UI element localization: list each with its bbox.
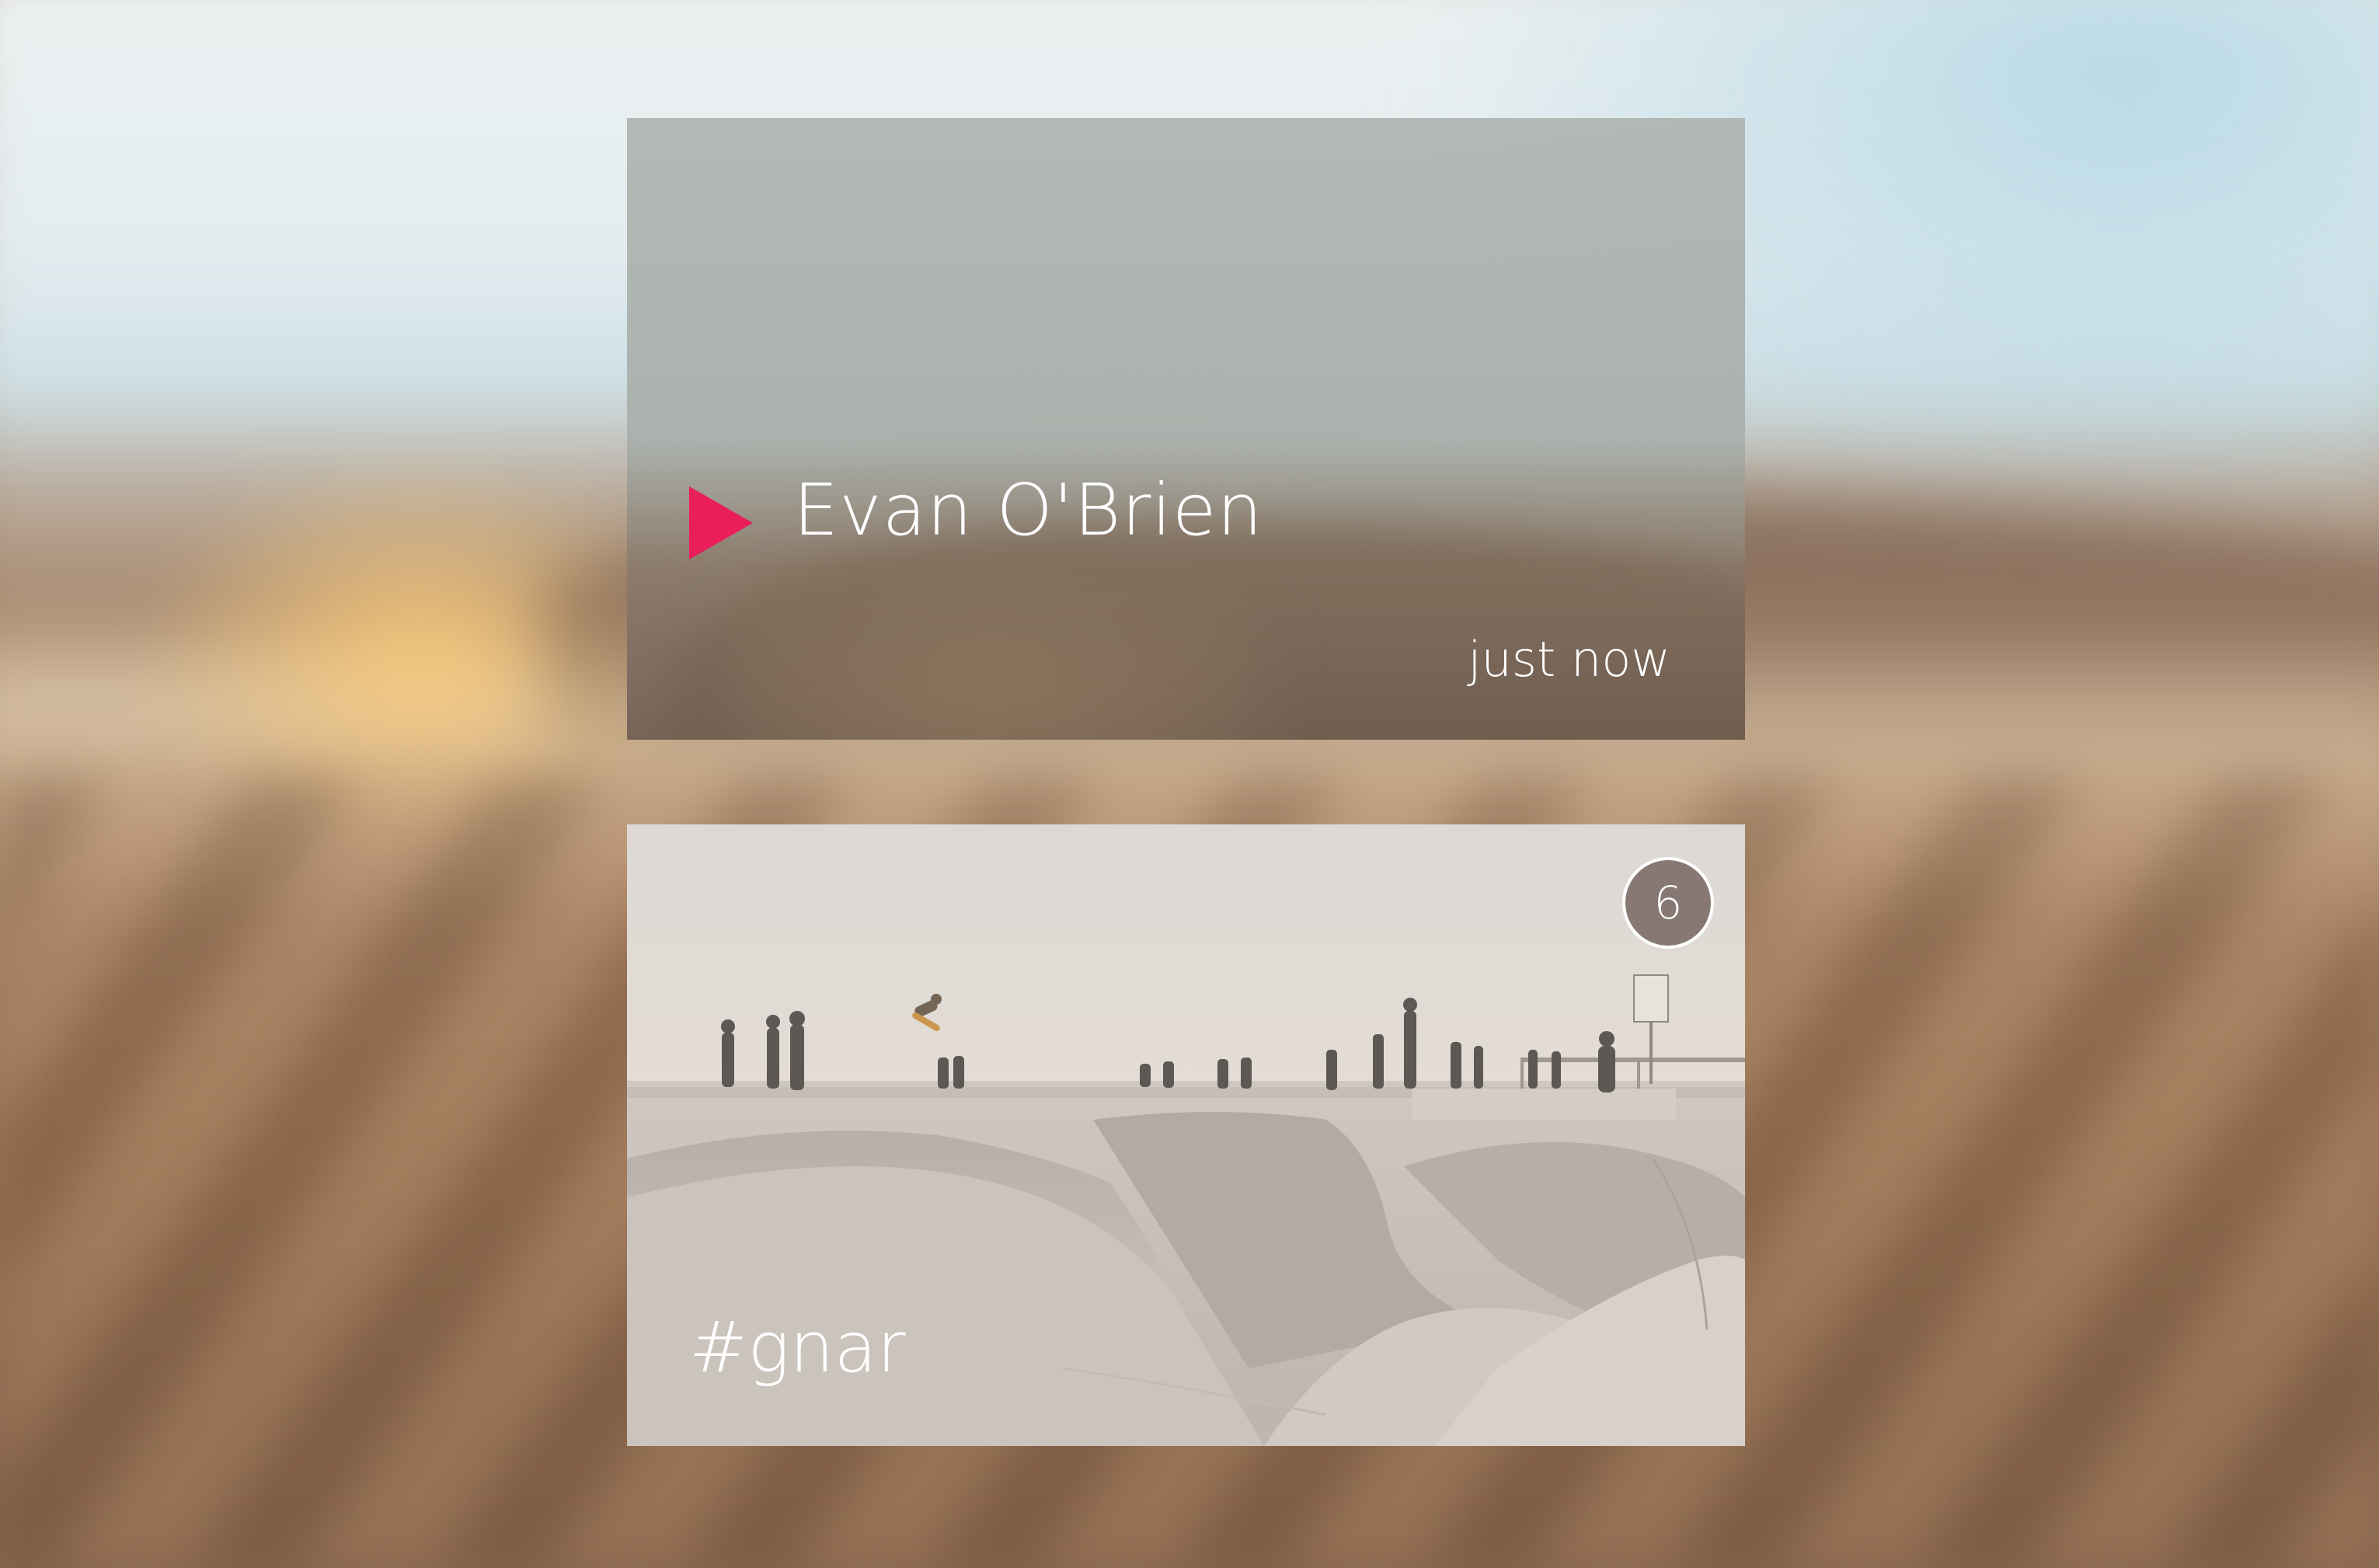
post-timestamp: just now <box>1468 631 1670 688</box>
play-icon[interactable] <box>689 486 753 559</box>
count-badge[interactable]: 6 <box>1622 857 1714 949</box>
hashtag-label[interactable]: #gnar <box>689 1306 906 1390</box>
author-name[interactable]: Evan O'Brien <box>793 468 1263 553</box>
screen: Evan O'Brien just now 6 #gnar <box>0 0 2379 1568</box>
post-card-photo[interactable]: 6 #gnar <box>627 824 1745 1446</box>
post-card-video[interactable]: Evan O'Brien just now <box>627 118 1745 740</box>
